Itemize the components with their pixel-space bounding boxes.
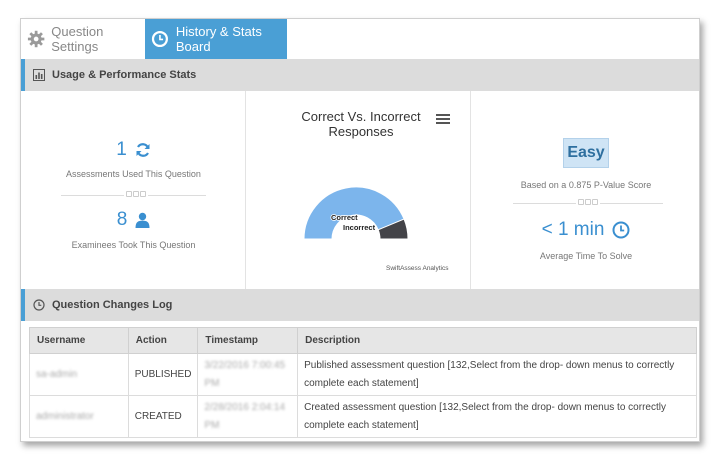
correct-incorrect-gauge: CorrectIncorrect [303,186,409,240]
refresh-icon[interactable] [135,142,151,158]
cell-description: Created assessment question [132,Select … [297,395,697,438]
cell-username: administrator [29,395,129,438]
table-header-row: Username Action Timestamp Description [29,327,697,354]
gauge-label-incorrect: Incorrect [343,223,376,232]
log-section-header: Question Changes Log [21,289,699,321]
history-icon [33,299,45,311]
chart-title: Correct Vs. Incorrect Responses [301,109,421,139]
cell-username: sa-admin [29,353,129,396]
col-action: Action [127,327,199,354]
log-section-title: Question Changes Log [52,299,173,311]
usage-section-title: Usage & Performance Stats [52,69,197,81]
table-row: administrator CREATED 2/28/2016 2:04:14 … [29,395,697,438]
difficulty-badge: Easy [563,138,609,168]
tab-history-stats-label: History & Stats Board [175,24,262,54]
table-row: sa-admin PUBLISHED 3/22/2016 7:00:45 PM … [29,353,697,396]
tab-bar: Question Settings History & Stats Board [21,19,699,66]
clock-icon [612,221,630,239]
pvalue-basis: Based on a 0.875 P-Value Score [520,180,652,190]
cell-timestamp: 2/28/2016 2:04:14 PM [197,395,299,438]
col-username: Username [29,327,129,354]
cell-action: CREATED [127,395,199,438]
changes-log-table: Username Action Timestamp Description sa… [29,327,697,438]
tab-history-stats[interactable]: History & Stats Board [145,19,287,66]
cell-timestamp: 3/22/2016 7:00:45 PM [197,353,299,396]
tab-question-settings-label: Question Settings [51,24,104,54]
clock-icon [151,30,168,48]
assessments-count-row: 1 [21,139,246,161]
question-panel: Question Settings History & Stats Board … [20,18,700,442]
gauge-label-correct: Correct [331,213,358,222]
chart-menu-icon[interactable] [436,113,450,125]
gear-icon [27,30,45,48]
tab-question-settings[interactable]: Question Settings [21,19,145,59]
divider-ornament [576,199,600,205]
usage-counts-panel: 1 Assessments Used This Question 8 Exami… [21,91,246,289]
col-description: Description [297,327,697,354]
user-icon [135,212,150,228]
chart-credits: SwiftAssess Analytics [386,265,449,272]
examinees-count-row: 8 [21,209,246,231]
cell-action: PUBLISHED [127,353,199,396]
chart-panel: Correct Vs. Incorrect Responses Correct I… [246,91,471,289]
avg-time-row: < 1 min [471,219,699,241]
avg-time-label: Average Time To Solve [539,251,633,261]
col-timestamp: Timestamp [197,327,299,354]
stats-area: 1 Assessments Used This Question 8 Exami… [21,91,699,289]
bar-chart-icon [33,69,45,81]
difficulty-panel: Easy Based on a 0.875 P-Value Score < 1 … [471,91,699,289]
examinees-label: Examinees Took This Question [71,240,196,250]
avg-time-value: < 1 min [541,219,605,240]
cell-description: Published assessment question [132,Selec… [297,353,697,396]
assessments-label: Assessments Used This Question [66,169,201,179]
usage-section-header: Usage & Performance Stats [21,59,699,91]
assessments-count: 1 [116,139,127,160]
divider-ornament [124,191,148,197]
examinees-count: 8 [116,209,128,230]
